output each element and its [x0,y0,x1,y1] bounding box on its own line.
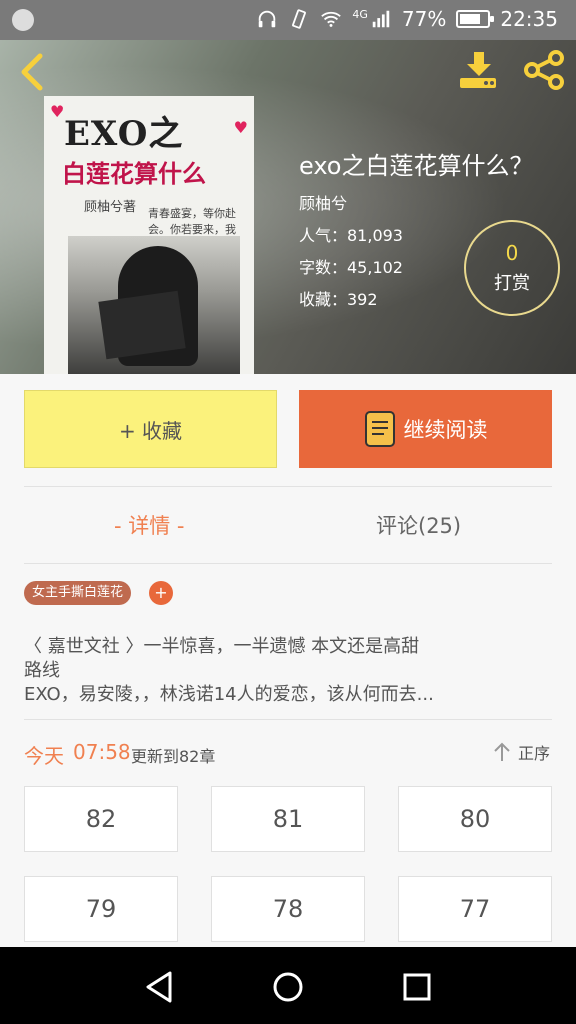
description-line: 路线 [24,660,60,681]
word-count-stat: 字数：45,102 [299,258,403,277]
divider [24,486,552,487]
book-icon [364,411,395,447]
download-icon[interactable] [456,48,502,92]
signal-icon [372,10,390,28]
chapter-button[interactable]: 78 [211,876,365,942]
divider [24,719,552,720]
battery-icon [456,10,495,28]
tip-button[interactable]: 0 打赏 [464,220,560,316]
continue-reading-button[interactable]: 继续阅读 [299,390,552,468]
description-line[interactable]: EXO，易安陵，，林浅诺14人的爱恋，该从何而去... [24,680,434,706]
nav-home-icon[interactable] [266,965,310,1009]
cover-author: 顾柚兮著 [84,200,137,215]
sort-order-label: 正序 [518,744,551,763]
book-header: ♥ ♥ EXO之 白莲花算什么 顾柚兮著 青春盛宴，等你赴会。你若要来，我便等候… [0,40,576,374]
heart-icon: ♥ [50,102,65,121]
update-text: 更新到82章 [131,747,216,766]
system-nav-bar [0,947,576,1024]
status-icons: 4G 77% 22:35 [256,7,558,31]
tag-chip[interactable]: 女主手撕白莲花 [24,581,132,605]
tab-detail[interactable]: - 详情 - [114,510,185,540]
nav-back-icon[interactable] [138,965,182,1009]
divider [24,563,552,564]
book-author[interactable]: 顾柚兮 [299,190,347,214]
favorites-stat: 收藏：392 [299,290,378,309]
description-line: 〈 嘉世文社 〉一半惊喜，一半遗憾 本文还是高甜 [24,636,420,657]
battery-percent: 77% [401,7,447,31]
nav-recents-icon[interactable] [395,965,439,1009]
app-notification-icon [12,9,34,31]
status-bar: 4G 77% 22:35 [0,0,576,40]
headphones-icon [259,10,276,28]
update-day: 今天 [24,744,64,768]
arrow-up-icon [494,742,510,761]
battery-fill [460,14,481,24]
cover-book-prop [98,290,186,360]
chapter-button[interactable]: 79 [24,876,178,942]
book-title: exo之白莲花算什么？ [299,152,534,180]
cover-subtitle: 白莲花算什么 [62,159,206,188]
chapter-button[interactable]: 81 [211,786,365,852]
network-type: 4G [352,7,368,21]
collect-button[interactable]: + 收藏 [24,390,277,468]
clock: 22:35 [500,7,558,31]
update-time: 07:58 [73,740,131,764]
tab-comments[interactable]: 评论(25) [376,510,461,540]
tip-label: 打赏 [494,273,530,294]
sort-order-button[interactable]: 正序 [492,740,550,764]
continue-reading-label: 继续阅读 [403,418,488,442]
cover-title: EXO之 [64,114,184,154]
wifi-icon [321,11,342,27]
popularity-stat: 人气：81,093 [299,226,403,245]
chapter-button[interactable]: 80 [398,786,552,852]
cover-photo [68,236,240,374]
book-cover[interactable]: ♥ ♥ EXO之 白莲花算什么 顾柚兮著 青春盛宴，等你赴会。你若要来，我便等候… [44,96,254,374]
chapter-button[interactable]: 77 [398,876,552,942]
add-tag-button[interactable]: + [149,581,173,605]
chapter-button[interactable]: 82 [24,786,178,852]
back-button[interactable] [12,48,52,96]
vibrate-icon [292,9,307,29]
collect-label: + 收藏 [118,418,183,443]
heart-icon: ♥ [233,118,248,137]
share-icon[interactable] [520,48,568,92]
tip-count: 0 [505,241,519,265]
